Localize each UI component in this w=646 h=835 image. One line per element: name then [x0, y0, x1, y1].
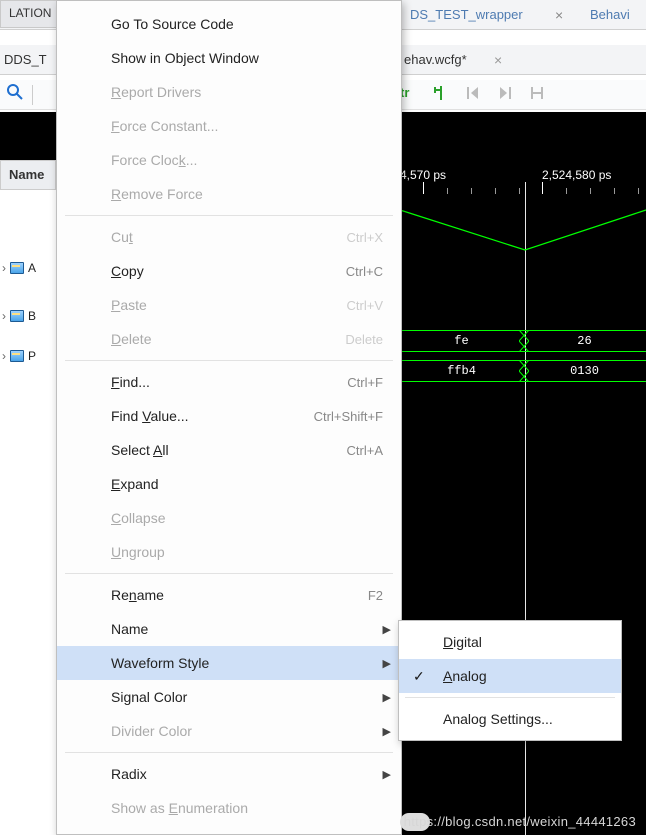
menu-radix[interactable]: Radix▶: [57, 757, 401, 791]
zoom-fit-icon[interactable]: tr: [400, 84, 418, 102]
menu-signal-color[interactable]: Signal Color▶: [57, 680, 401, 714]
next-edge-icon[interactable]: [496, 84, 514, 102]
name-panel-header: Name: [0, 160, 56, 190]
menu-ungroup: Ungroup: [57, 535, 401, 569]
bus-cell: fe: [400, 331, 523, 351]
menu-report-drivers: Report Drivers: [57, 75, 401, 109]
menu-separator: [65, 360, 393, 361]
prev-edge-icon[interactable]: [464, 84, 482, 102]
search-icon[interactable]: [6, 83, 24, 106]
menu-separator: [65, 752, 393, 753]
ruler-label: 4,570 ps: [400, 168, 446, 182]
chevron-right-icon[interactable]: ›: [2, 261, 6, 275]
bus-row-2[interactable]: ffb4 0130: [400, 360, 646, 382]
signal-icon: [10, 262, 24, 274]
tab-wrapper-fragment[interactable]: DS_TEST_wrapper: [410, 7, 523, 22]
close-tab-icon[interactable]: ×: [555, 7, 563, 23]
menu-collapse: Collapse: [57, 501, 401, 535]
submenu-arrow-icon: ▶: [383, 725, 391, 738]
menu-separator: [405, 697, 615, 698]
ruler-label: 2,524,580 ps: [542, 168, 611, 182]
checkmark-icon: ✓: [413, 668, 425, 685]
menu-show-in-object[interactable]: Show in Object Window: [57, 41, 401, 75]
submenu-arrow-icon: ▶: [383, 691, 391, 704]
bus-cell: ffb4: [400, 361, 523, 381]
tab-behavior-fragment[interactable]: Behavi: [590, 7, 630, 22]
menu-name[interactable]: Name▶: [57, 612, 401, 646]
menu-expand[interactable]: Expand: [57, 467, 401, 501]
submenu-arrow-icon: ▶: [383, 657, 391, 670]
waveform-style-submenu: Digital ✓Analog Analog Settings...: [398, 620, 622, 741]
menu-go-to-source[interactable]: Go To Source Code: [57, 7, 401, 41]
menu-waveform-style[interactable]: Waveform Style▶: [57, 646, 401, 680]
close-wcfg-icon[interactable]: ×: [494, 52, 502, 68]
tab-dds-fragment[interactable]: DDS_T: [4, 52, 47, 67]
tree-item[interactable]: › B: [0, 292, 56, 340]
menu-show-as-enum: Show as Enumeration: [57, 791, 401, 825]
chevron-right-icon[interactable]: ›: [2, 309, 6, 323]
tab-simulation[interactable]: LATION: [0, 0, 60, 28]
menu-force-constant: Force Constant...: [57, 109, 401, 143]
tree-item[interactable]: › A: [0, 244, 56, 292]
menu-select-all[interactable]: Select AllCtrl+A: [57, 433, 401, 467]
menu-divider-color: Divider Color▶: [57, 714, 401, 748]
menu-find[interactable]: Find...Ctrl+F: [57, 365, 401, 399]
menu-delete: DeleteDelete: [57, 322, 401, 356]
swap-edge-icon[interactable]: [528, 84, 546, 102]
tree-item-label: B: [28, 309, 36, 323]
bus-row-1[interactable]: fe 26: [400, 330, 646, 352]
menu-cut: CutCtrl+X: [57, 220, 401, 254]
menu-force-clock: Force Clock...: [57, 143, 401, 177]
tree-item[interactable]: › P: [0, 340, 56, 372]
tree-item-label: P: [28, 349, 36, 363]
waveform-toolbar-right: tr: [400, 84, 546, 102]
menu-paste: PasteCtrl+V: [57, 288, 401, 322]
menu-find-value[interactable]: Find Value...Ctrl+Shift+F: [57, 399, 401, 433]
bus-cell: 0130: [523, 361, 646, 381]
time-ruler: 4,570 ps 2,524,580 ps: [400, 168, 646, 190]
submenu-arrow-icon: ▶: [383, 623, 391, 636]
signal-tree: › A › B › P: [0, 190, 56, 835]
bus-cell: 26: [523, 331, 646, 351]
menu-copy[interactable]: CopyCtrl+C: [57, 254, 401, 288]
signal-icon: [10, 310, 24, 322]
menu-reverse-bit-order[interactable]: Reverse Bit Order: [57, 825, 401, 835]
chevron-right-icon[interactable]: ›: [2, 349, 6, 363]
speech-bubble-icon[interactable]: [400, 813, 430, 831]
add-marker-icon[interactable]: [432, 84, 450, 102]
submenu-analog[interactable]: ✓Analog: [399, 659, 621, 693]
signal-icon: [10, 350, 24, 362]
menu-separator: [65, 573, 393, 574]
toolbar-separator: [32, 85, 33, 105]
submenu-analog-settings[interactable]: Analog Settings...: [399, 702, 621, 736]
menu-separator: [65, 215, 393, 216]
submenu-digital[interactable]: Digital: [399, 625, 621, 659]
tab-wcfg[interactable]: ehav.wcfg*: [404, 52, 467, 67]
analog-waveform: [400, 202, 646, 262]
menu-remove-force: Remove Force: [57, 177, 401, 211]
context-menu: Go To Source Code Show in Object Window …: [56, 0, 402, 835]
tree-item-label: A: [28, 261, 36, 275]
submenu-arrow-icon: ▶: [383, 768, 391, 781]
menu-rename[interactable]: RenameF2: [57, 578, 401, 612]
